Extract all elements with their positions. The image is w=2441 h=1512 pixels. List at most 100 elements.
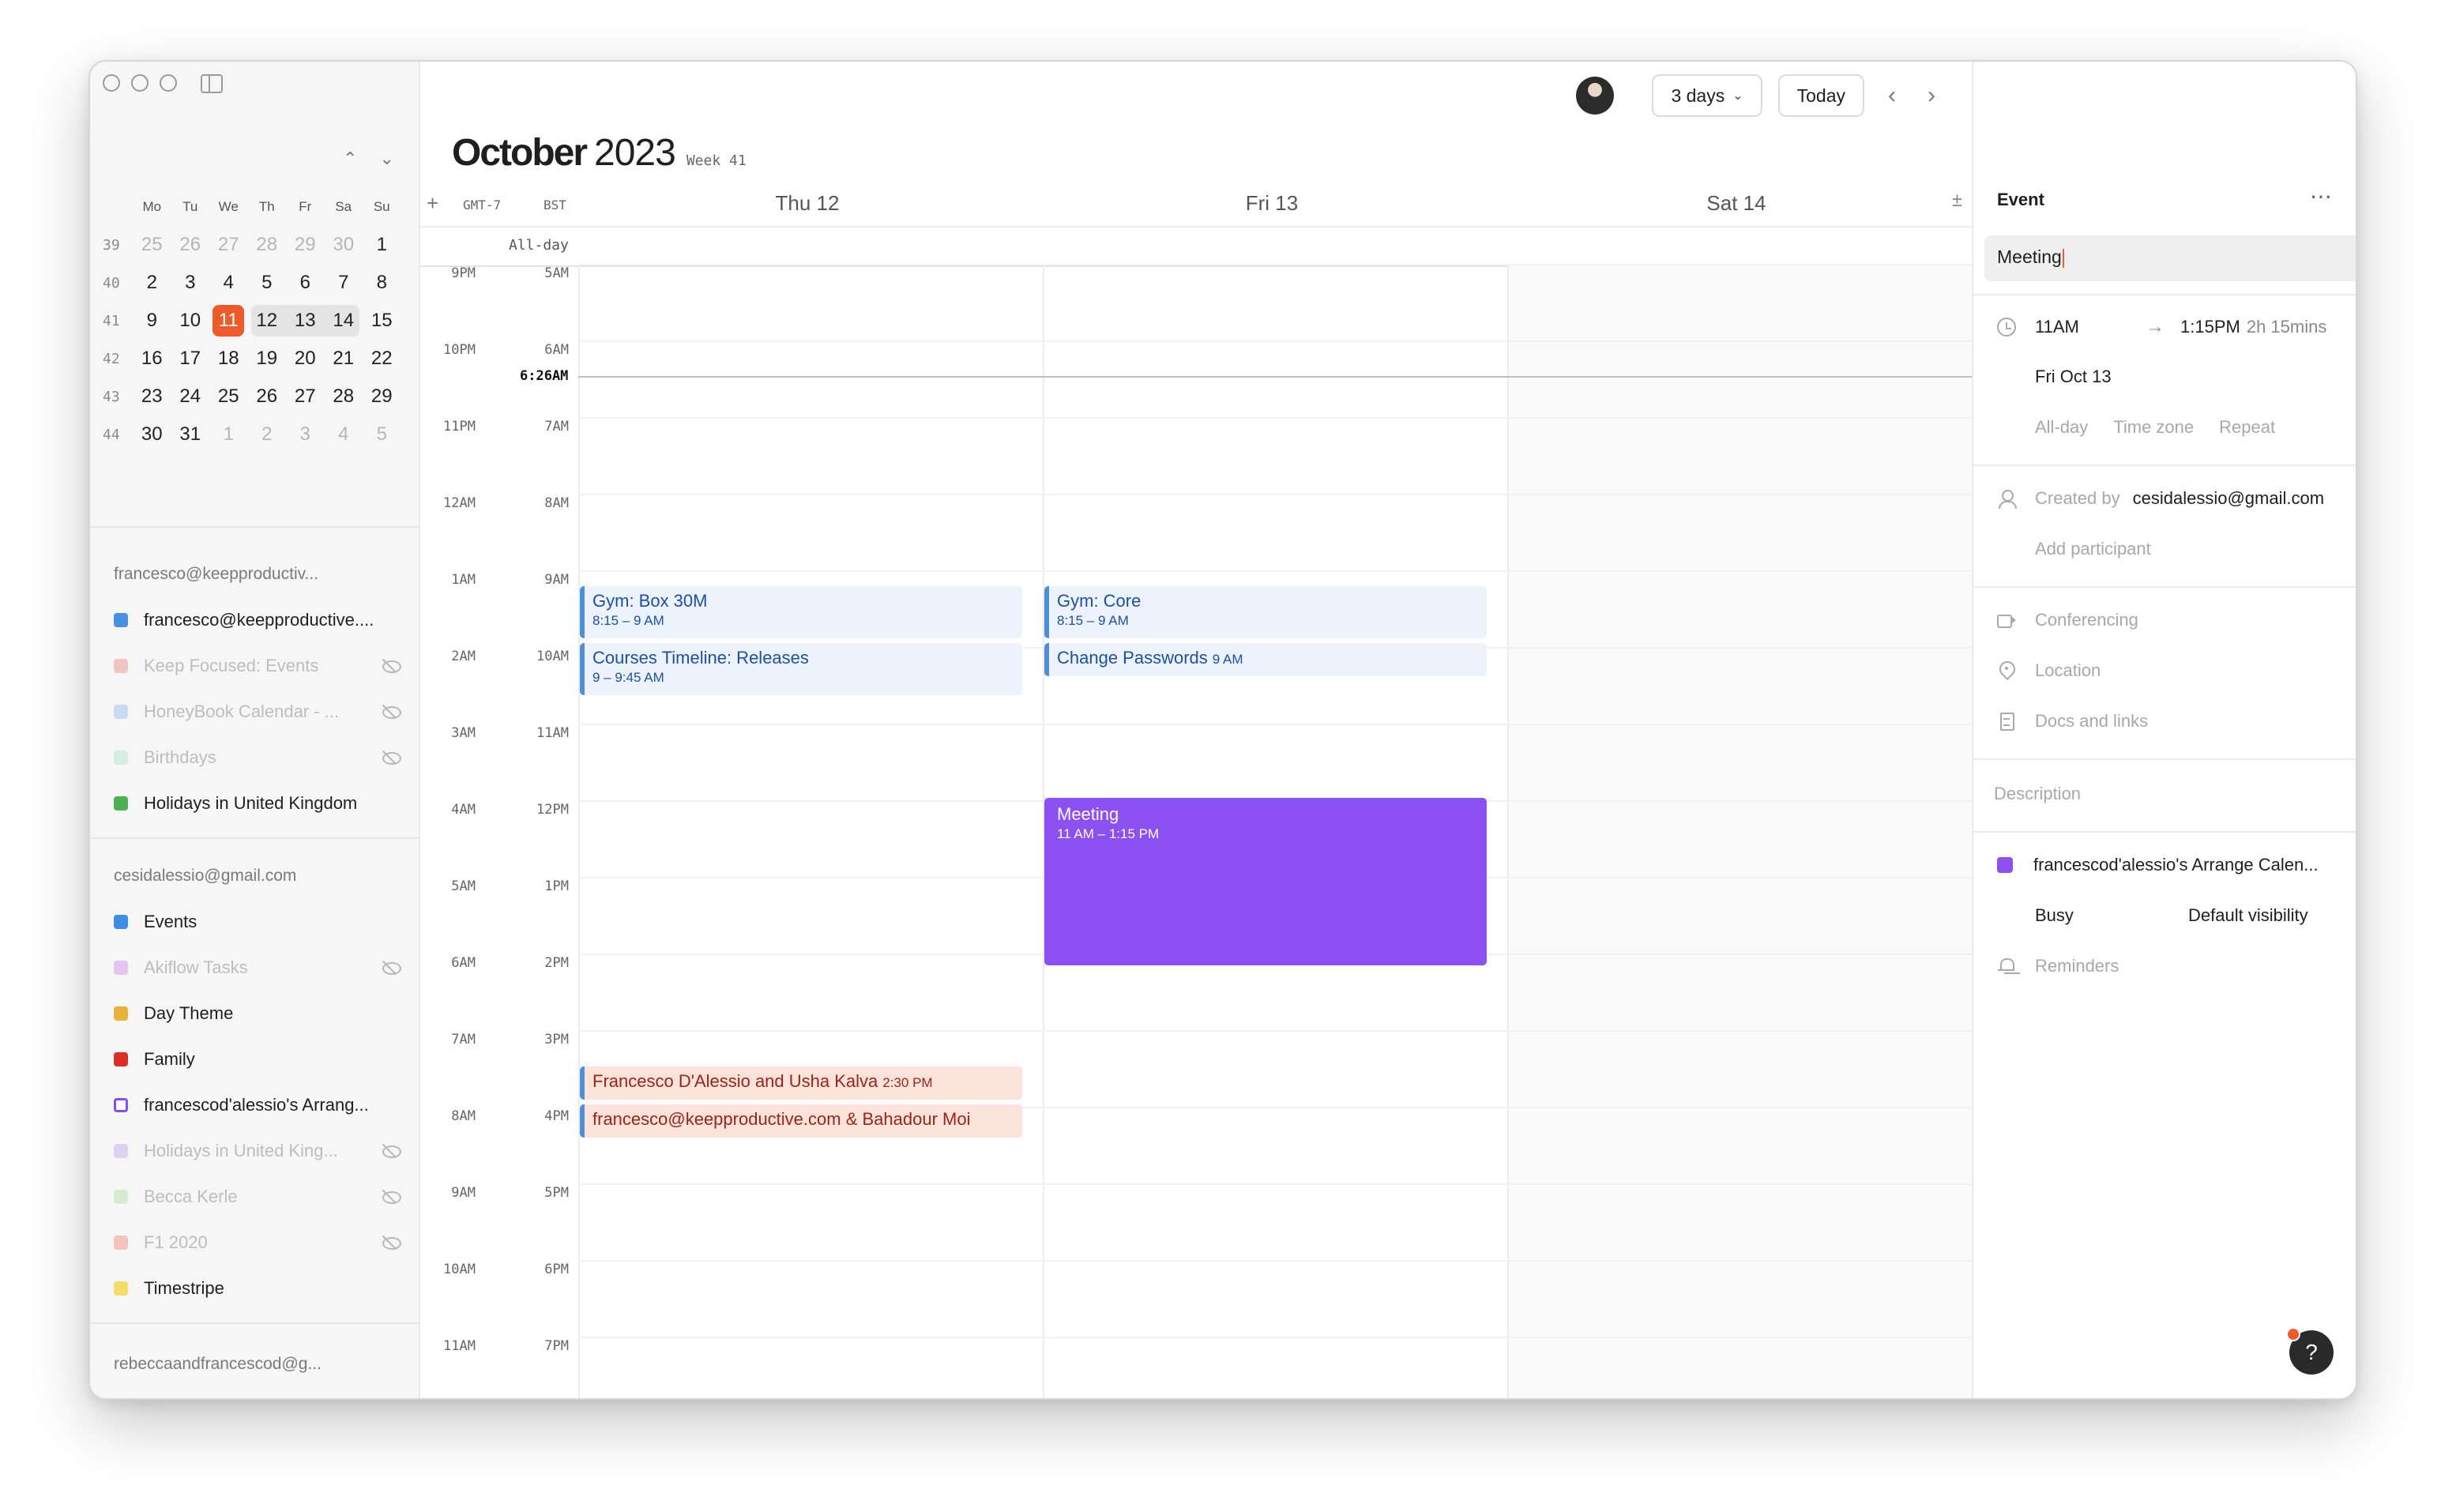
calendar-list-item[interactable]: HoneyBook Calendar - ... — [114, 689, 406, 735]
calendar-list-item[interactable]: Birthdays — [114, 735, 406, 780]
calendar-color-swatch[interactable] — [114, 915, 128, 929]
mini-cal-day[interactable]: 17 — [171, 348, 210, 370]
mini-cal-day[interactable]: 30 — [325, 234, 363, 256]
busy-select[interactable]: Busy — [2035, 905, 2188, 926]
mini-cal-day[interactable]: 22 — [363, 348, 401, 370]
calendar-color-swatch[interactable] — [114, 1281, 128, 1296]
event-date[interactable]: Fri Oct 13 — [2035, 367, 2112, 387]
location-row[interactable]: Location — [1997, 660, 2101, 681]
mini-cal-day[interactable]: 4 — [325, 423, 363, 446]
calendar-color-swatch[interactable] — [114, 796, 128, 811]
mini-cal-day[interactable]: 27 — [209, 234, 248, 256]
end-time[interactable]: 1:15PM — [2180, 317, 2240, 337]
calendar-list-item[interactable]: Akiflow Tasks — [114, 945, 406, 991]
eye-off-icon[interactable] — [381, 961, 401, 975]
close-window-button[interactable] — [103, 74, 120, 92]
add-participant-input[interactable]: Add participant — [2035, 539, 2151, 559]
event-courses-timeline[interactable]: Courses Timeline: Releases 9 – 9:45 AM — [580, 643, 1022, 695]
all-day-toggle[interactable]: All-day — [2035, 417, 2088, 438]
minimize-window-button[interactable] — [131, 74, 149, 92]
mini-cal-day[interactable]: 3 — [286, 423, 325, 446]
calendar-select[interactable]: francescod'alessio's Arrange Calen... — [1997, 855, 2345, 875]
calendar-list-item[interactable]: francescod'alessio's Arrang... — [114, 1082, 406, 1128]
mini-cal-day[interactable]: 26 — [171, 234, 210, 256]
calendar-list-item[interactable]: Becca Kerle — [114, 1174, 406, 1220]
mini-cal-day[interactable]: 25 — [209, 386, 248, 408]
chevron-up-icon[interactable]: ⌃ — [343, 149, 357, 169]
mini-cal-day[interactable]: 20 — [286, 348, 325, 370]
calendar-list-item[interactable]: F1 2020 — [114, 1220, 406, 1266]
expand-icon[interactable]: ± — [1952, 190, 1962, 212]
mini-cal-day[interactable]: 11 — [209, 310, 248, 332]
calendar-color-swatch[interactable] — [114, 1052, 128, 1066]
calendar-color-swatch[interactable] — [114, 1190, 128, 1204]
mini-cal-day[interactable]: 14 — [325, 310, 363, 332]
calendar-list-item[interactable]: Family — [114, 1036, 406, 1082]
calendar-list-item[interactable]: Events — [114, 899, 406, 945]
calendar-list-item[interactable]: Holidays in United Kingdom — [114, 780, 406, 826]
mini-cal-day[interactable]: 29 — [363, 386, 401, 408]
timezone-right[interactable]: BST — [543, 197, 566, 213]
mini-cal-day[interactable]: 12 — [248, 310, 287, 332]
timezone-left[interactable]: GMT-7 — [463, 197, 501, 213]
all-day-row[interactable]: All-day — [420, 226, 1972, 267]
mini-cal-day[interactable]: 10 — [171, 310, 210, 332]
chevron-down-icon[interactable]: ⌄ — [379, 149, 393, 169]
calendar-color-swatch[interactable] — [114, 961, 128, 975]
mini-cal-day[interactable]: 16 — [133, 348, 171, 370]
description-input[interactable]: Description — [1994, 784, 2081, 804]
eye-off-icon[interactable] — [381, 660, 401, 673]
calendar-color-swatch[interactable] — [114, 613, 128, 627]
event-meeting[interactable]: Meeting 11 AM – 1:15 PM — [1044, 798, 1487, 965]
eye-off-icon[interactable] — [381, 1145, 401, 1158]
calendar-list-item[interactable]: D'Alessio Family Calendar — [114, 1387, 406, 1398]
eye-off-icon[interactable] — [381, 1236, 401, 1250]
event-francesco-usha[interactable]: Francesco D'Alessio and Usha Kalva 2:30 P… — [580, 1066, 1022, 1100]
mini-cal-day[interactable]: 5 — [363, 423, 401, 446]
mini-cal-day[interactable]: 26 — [248, 386, 287, 408]
day-column-sat[interactable] — [1507, 264, 1972, 1398]
avatar[interactable] — [1576, 77, 1615, 115]
calendar-color-swatch[interactable] — [114, 750, 128, 765]
calendar-color-swatch[interactable] — [114, 1098, 128, 1112]
mini-cal-day[interactable]: 31 — [171, 423, 210, 446]
mini-cal-day[interactable]: 23 — [133, 386, 171, 408]
event-title-input[interactable]: Meeting — [1984, 235, 2356, 281]
calendar-list-item[interactable]: Holidays in United King... — [114, 1128, 406, 1174]
eye-off-icon[interactable] — [381, 751, 401, 765]
eye-off-icon[interactable] — [381, 705, 401, 719]
mini-cal-day[interactable]: 3 — [171, 272, 210, 294]
day-header-sat[interactable]: Sat 14 — [1507, 191, 1965, 216]
day-column-thu[interactable] — [578, 264, 1043, 1398]
start-time[interactable]: 11AM — [2035, 317, 2146, 337]
today-button[interactable]: Today — [1777, 74, 1864, 117]
mini-cal-day[interactable]: 4 — [209, 272, 248, 294]
sidebar-toggle-icon[interactable] — [201, 74, 223, 93]
mini-cal-day[interactable]: 29 — [286, 234, 325, 256]
eye-off-icon[interactable] — [381, 1190, 401, 1204]
mini-cal-day[interactable]: 27 — [286, 386, 325, 408]
conferencing-row[interactable]: Conferencing — [1997, 610, 2138, 630]
mini-cal-day[interactable]: 7 — [325, 272, 363, 294]
chevron-left-icon[interactable]: ‹ — [1880, 82, 1904, 109]
mini-cal-day[interactable]: 1 — [363, 234, 401, 256]
time-grid[interactable]: 9PM 5AM 10PM 6AM 11PM 7AM 12AM 8AM 1AM 9AM 2AM 10AM… — [420, 264, 1972, 1398]
add-timezone-icon[interactable]: + — [427, 191, 438, 216]
chevron-right-icon[interactable]: › — [1920, 82, 1943, 109]
calendar-account-label[interactable]: cesidalessio@gmail.com — [114, 853, 406, 899]
calendar-color-swatch[interactable] — [114, 705, 128, 719]
event-gym-box[interactable]: Gym: Box 30M 8:15 – 9 AM — [580, 586, 1022, 638]
calendar-list-item[interactable]: francesco@keepproductive.... — [114, 597, 406, 643]
mini-cal-day[interactable]: 8 — [363, 272, 401, 294]
more-options-icon[interactable]: ⋯ — [2310, 183, 2334, 209]
mini-cal-day[interactable]: 18 — [209, 348, 248, 370]
calendar-account-label[interactable]: francesco@keepproductiv... — [114, 551, 406, 597]
visibility-select[interactable]: Default visibility — [2188, 905, 2308, 926]
calendar-list-item[interactable]: Timestripe — [114, 1266, 406, 1311]
event-gym-core[interactable]: Gym: Core 8:15 – 9 AM — [1044, 586, 1487, 638]
event-change-passwords[interactable]: Change Passwords 9 AM — [1044, 643, 1487, 676]
mini-cal-day[interactable]: 30 — [133, 423, 171, 446]
repeat-button[interactable]: Repeat — [2219, 417, 2275, 438]
time-zone-button[interactable]: Time zone — [2113, 417, 2194, 438]
zoom-window-button[interactable] — [160, 74, 177, 92]
